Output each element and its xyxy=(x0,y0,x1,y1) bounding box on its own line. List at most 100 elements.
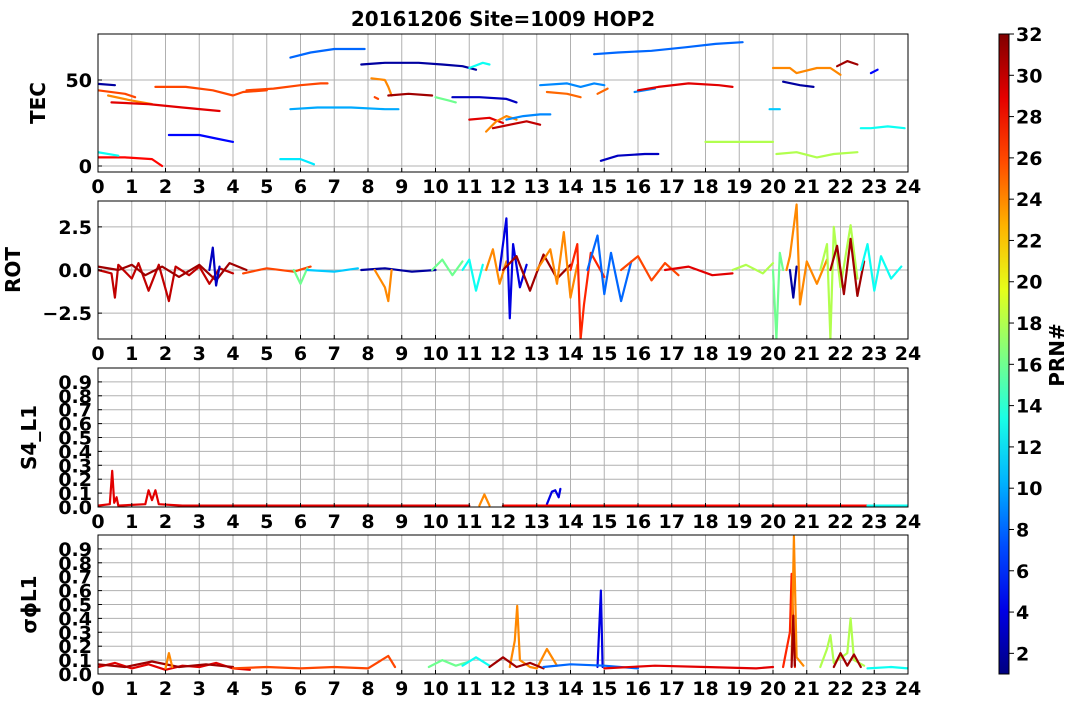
colorbar-tick-label: 14 xyxy=(1016,396,1042,418)
series-line-prn-31 xyxy=(790,614,797,669)
series-line-prn-16 xyxy=(431,258,464,277)
x-tick-label: 12 xyxy=(490,511,516,533)
x-tick-label: 8 xyxy=(361,678,374,700)
y-tick-label: 50 xyxy=(66,70,92,92)
x-tick-label: 23 xyxy=(861,343,887,365)
x-tick-label: 20 xyxy=(760,678,786,700)
grid-lines xyxy=(97,34,909,172)
series-line-prn-13 xyxy=(866,665,908,670)
colorbar-tick-label: 22 xyxy=(1016,230,1042,252)
y-axis-label: S4_L1 xyxy=(17,405,41,470)
series-line-prn-26 xyxy=(245,82,329,92)
x-tick-label: 1 xyxy=(125,343,138,365)
x-tick-label: 12 xyxy=(490,678,516,700)
x-tick-label: 16 xyxy=(625,678,651,700)
x-tick-label: 21 xyxy=(794,343,820,365)
x-tick-label: 0 xyxy=(91,343,104,365)
series-line-prn-13 xyxy=(461,258,484,292)
series-line-prn-24 xyxy=(478,493,491,507)
x-tick-label: 6 xyxy=(294,176,307,198)
x-tick-label: 21 xyxy=(794,511,820,533)
x-tick-label: 3 xyxy=(193,678,206,700)
colorbar-tick-label: 24 xyxy=(1016,189,1042,211)
series-line-prn-8 xyxy=(592,41,744,56)
series-line-prn-4 xyxy=(596,589,604,669)
series-line-prn-29 xyxy=(603,664,775,670)
x-tick-label: 22 xyxy=(827,511,853,533)
figure-canvas: 20161206 Site=1009 HOP2 0 1 2 3 4 5 6 7 8 9 10 11 12… xyxy=(1,7,1069,700)
x-tick-label: 8 xyxy=(361,511,374,533)
x-tick-label: 15 xyxy=(591,511,617,533)
panels-layer: 0 1 2 3 4 5 6 7 8 9 10 11 12 13 14 15 16 17 18 19 20 21 22 23 24… xyxy=(1,33,921,700)
series-line-prn-28 xyxy=(98,156,164,168)
series-line-prn-31 xyxy=(488,656,545,670)
x-tick-label: 2 xyxy=(159,511,172,533)
colorbar-tick-label: 20 xyxy=(1016,272,1042,294)
x-tick-label: 9 xyxy=(395,176,408,198)
colorbar-tick-label: 12 xyxy=(1016,437,1042,459)
series-line-prn-29 xyxy=(98,469,471,507)
x-tick-label: 7 xyxy=(328,678,341,700)
series-line-prn-12 xyxy=(279,158,316,166)
colorbar: 2468101214161820222426283032 xyxy=(998,24,1042,675)
x-tick-label: 18 xyxy=(692,678,718,700)
x-tick-label: 0 xyxy=(91,176,104,198)
x-tick-label: 12 xyxy=(490,176,516,198)
series-line-prn-26 xyxy=(373,96,380,101)
colorbar-tick-label: 30 xyxy=(1016,65,1042,87)
series-line-prn-2 xyxy=(788,265,798,299)
x-tick-label: 8 xyxy=(361,343,374,365)
x-tick-label: 10 xyxy=(422,176,448,198)
x-tick-label: 16 xyxy=(625,511,651,533)
x-tick-label: 18 xyxy=(692,511,718,533)
colorbar-tick-label: 16 xyxy=(1016,354,1042,376)
series-line-prn-5 xyxy=(869,68,879,75)
y-axis-label: σϕL1 xyxy=(17,575,41,633)
y-tick-label: 0.9 xyxy=(58,539,92,561)
colorbar-tick-label: 2 xyxy=(1016,643,1029,665)
x-tick-label: 17 xyxy=(659,176,685,198)
x-tick-label: 17 xyxy=(659,343,685,365)
x-tick-label: 17 xyxy=(659,511,685,533)
x-tick-label: 23 xyxy=(861,678,887,700)
x-tick-label: 23 xyxy=(861,511,887,533)
y-axis-label: TEC xyxy=(26,82,50,124)
y-tick-label: 0.0 xyxy=(58,260,92,282)
x-tick-label: 24 xyxy=(895,343,921,365)
x-tick-label: 13 xyxy=(524,678,550,700)
x-tick-label: 5 xyxy=(260,678,273,700)
x-tick-label: 12 xyxy=(490,343,516,365)
x-tick-label: 1 xyxy=(125,511,138,533)
x-tick-label: 11 xyxy=(456,511,482,533)
x-tick-label: 11 xyxy=(456,678,482,700)
y-axis-label: ROT xyxy=(1,247,25,293)
series-line-prn-2 xyxy=(781,80,815,89)
x-tick-label: 2 xyxy=(159,343,172,365)
x-tick-label: 6 xyxy=(294,678,307,700)
series-layer xyxy=(98,41,906,168)
x-tick-label: 3 xyxy=(193,511,206,533)
series-line-prn-13 xyxy=(859,125,906,130)
y-tick-label: 0.9 xyxy=(58,372,92,394)
x-tick-label: 7 xyxy=(328,511,341,533)
x-tick-label: 14 xyxy=(557,343,583,365)
x-tick-label: 16 xyxy=(625,176,651,198)
x-tick-label: 14 xyxy=(557,678,583,700)
x-tick-label: 11 xyxy=(456,176,482,198)
x-tick-label: 9 xyxy=(395,343,408,365)
x-tick-label: 3 xyxy=(193,176,206,198)
x-tick-label: 19 xyxy=(726,678,752,700)
x-tick-label: 4 xyxy=(226,343,239,365)
x-tick-label: 5 xyxy=(260,343,273,365)
series-line-prn-24 xyxy=(373,268,393,303)
x-tick-label: 22 xyxy=(827,678,853,700)
x-tick-label: 4 xyxy=(226,176,239,198)
x-tick-label: 20 xyxy=(760,176,786,198)
series-line-prn-5 xyxy=(167,133,235,143)
x-tick-label: 9 xyxy=(395,511,408,533)
x-tick-label: 6 xyxy=(294,511,307,533)
series-line-prn-18 xyxy=(775,151,859,159)
series-line-prn-26 xyxy=(231,654,397,670)
colorbar-tick-label: 26 xyxy=(1016,148,1042,170)
series-line-prn-24 xyxy=(370,77,393,97)
